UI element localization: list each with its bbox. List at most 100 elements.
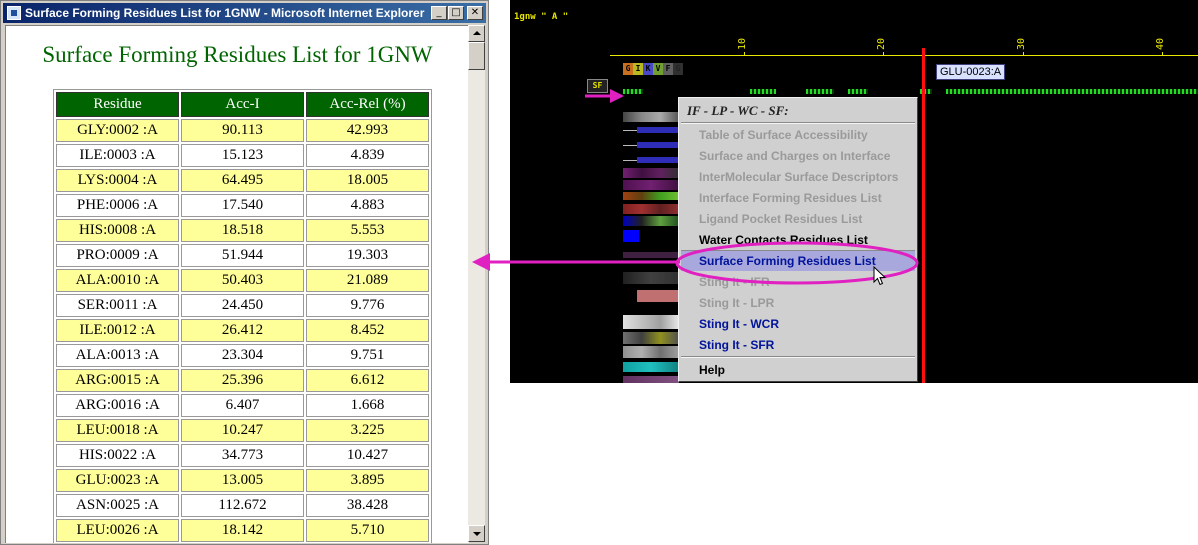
- acc-i-cell: 34.773: [181, 444, 304, 467]
- acc-i-cell: 18.142: [181, 519, 304, 542]
- property-track: [623, 216, 679, 226]
- menu-item-water-contacts-residues[interactable]: Water Contacts Residues List: [681, 230, 915, 250]
- menu-item-help[interactable]: Help: [681, 360, 915, 380]
- menu-item-sting-it-lpr[interactable]: Sting It - LPR: [681, 293, 915, 313]
- acc-rel-cell: 9.751: [306, 344, 429, 367]
- table-row: LEU:0026 :A 18.142 5.710: [56, 519, 429, 542]
- menu-item-interface-forming-residues[interactable]: Interface Forming Residues List: [681, 188, 915, 208]
- sf-track-label[interactable]: SF: [587, 79, 608, 93]
- residue-cell: PHE:0006 :A: [56, 194, 179, 217]
- acc-rel-cell: 9.776: [306, 294, 429, 317]
- table-row: HIS:0008 :A 18.518 5.553: [56, 219, 429, 242]
- menu-item-sting-it-wcr[interactable]: Sting It - WCR: [681, 314, 915, 334]
- page-title: Surface Forming Residues List for 1GNW: [42, 42, 433, 67]
- menu-separator: [681, 122, 915, 124]
- residue-tooltip: GLU-0023:A: [936, 64, 1006, 80]
- acc-i-cell: 15.123: [181, 144, 304, 167]
- property-track: [623, 272, 679, 284]
- table-row: ALA:0010 :A 50.403 21.089: [56, 269, 429, 292]
- acc-rel-cell: 42.993: [306, 119, 429, 142]
- acc-i-cell: 6.407: [181, 394, 304, 417]
- menu-item-ligand-pocket-residues[interactable]: Ligand Pocket Residues List: [681, 209, 915, 229]
- table-row: ILE:0012 :A 26.412 8.452: [56, 319, 429, 342]
- acc-rel-cell: 3.225: [306, 419, 429, 442]
- menu-item-surface-and-charges[interactable]: Surface and Charges on Interface: [681, 146, 915, 166]
- acc-i-cell: 25.396: [181, 369, 304, 392]
- property-track: [623, 180, 679, 190]
- table-row: ASN:0025 :A 112.672 38.428: [56, 494, 429, 517]
- acc-i-cell: 90.113: [181, 119, 304, 142]
- table-row: LYS:0004 :A 64.495 18.005: [56, 169, 429, 192]
- ruler-tick-label-10: 10: [737, 37, 748, 50]
- property-track: [623, 230, 639, 242]
- table-row: ILE:0003 :A 15.123 4.839: [56, 144, 429, 167]
- sequence-strip[interactable]: G I K V F G: [623, 63, 683, 75]
- acc-i-cell: 10.247: [181, 419, 304, 442]
- vertical-scrollbar[interactable]: [468, 25, 485, 542]
- sf-track-segment: [750, 89, 776, 94]
- menu-item-sting-it-sfr[interactable]: Sting It - SFR: [681, 335, 915, 355]
- sequence-residue[interactable]: I: [633, 63, 643, 75]
- ie-app-icon[interactable]: [7, 6, 21, 20]
- menu-item-table-of-surface-accessibility[interactable]: Table of Surface Accessibility: [681, 125, 915, 145]
- acc-rel-cell: 21.089: [306, 269, 429, 292]
- ruler-tick: [1162, 52, 1163, 56]
- minimize-button[interactable]: _: [431, 6, 447, 20]
- column-header-acc-i: Acc-I: [181, 92, 304, 117]
- table-row: ALA:0013 :A 23.304 9.751: [56, 344, 429, 367]
- sequence-residue[interactable]: G: [623, 63, 633, 75]
- acc-rel-cell: 1.668: [306, 394, 429, 417]
- scroll-up-arrow-icon[interactable]: [468, 25, 485, 42]
- residue-cell: LEU:0026 :A: [56, 519, 179, 542]
- menu-separator: [681, 356, 915, 358]
- table-body: GLY:0002 :A 90.113 42.993 ILE:0003 :A 15.123…: [56, 119, 429, 542]
- ruler-tick: [1023, 52, 1024, 56]
- acc-i-cell: 24.450: [181, 294, 304, 317]
- acc-i-cell: 13.005: [181, 469, 304, 492]
- property-track: [623, 315, 679, 329]
- maximize-button[interactable]: □: [448, 6, 464, 20]
- window-title: Surface Forming Residues List for 1GNW -…: [25, 6, 425, 20]
- acc-rel-cell: 6.612: [306, 369, 429, 392]
- sf-track-segment: [848, 89, 868, 94]
- acc-rel-cell: 38.428: [306, 494, 429, 517]
- acc-i-cell: 18.518: [181, 219, 304, 242]
- table-row: PRO:0009 :A 51.944 19.303: [56, 244, 429, 267]
- column-header-residue: Residue: [56, 92, 179, 117]
- context-menu: IF - LP - WC - SF: Table of Surface Acce…: [678, 97, 918, 382]
- acc-rel-cell: 3.895: [306, 469, 429, 492]
- title-bar[interactable]: Surface Forming Residues List for 1GNW -…: [3, 3, 486, 23]
- residue-cell: ARG:0016 :A: [56, 394, 179, 417]
- sf-track-segment: [946, 89, 1198, 94]
- menu-item-intermolecular-descriptors[interactable]: InterMolecular Surface Descriptors: [681, 167, 915, 187]
- sequence-residue[interactable]: F: [663, 63, 673, 75]
- acc-rel-cell: 4.883: [306, 194, 429, 217]
- ruler-tick-label-20: 20: [876, 37, 887, 50]
- table-row: LEU:0018 :A 10.247 3.225: [56, 419, 429, 442]
- ruler-tick-label-40: 40: [1155, 37, 1166, 50]
- sequence-residue[interactable]: G: [673, 63, 683, 75]
- acc-i-cell: 26.412: [181, 319, 304, 342]
- acc-rel-cell: 10.427: [306, 444, 429, 467]
- property-track: [623, 192, 679, 200]
- table-row: GLU:0023 :A 13.005 3.895: [56, 469, 429, 492]
- acc-rel-cell: 18.005: [306, 169, 429, 192]
- position-marker: [922, 48, 925, 383]
- close-button[interactable]: ✕: [467, 6, 483, 20]
- acc-i-cell: 64.495: [181, 169, 304, 192]
- ruler-tick-label-30: 30: [1016, 37, 1027, 50]
- ruler-tick: [744, 52, 745, 56]
- table-row: PHE:0006 :A 17.540 4.883: [56, 194, 429, 217]
- acc-i-cell: 23.304: [181, 344, 304, 367]
- sequence-residue[interactable]: V: [653, 63, 663, 75]
- scroll-down-arrow-icon[interactable]: [468, 525, 485, 542]
- acc-rel-cell: 19.303: [306, 244, 429, 267]
- scrollbar-thumb[interactable]: [468, 42, 485, 70]
- property-track: [623, 130, 637, 131]
- sf-track-segment: [806, 89, 834, 94]
- sf-track-segment: [623, 89, 643, 94]
- acc-i-cell: 51.944: [181, 244, 304, 267]
- sequence-residue[interactable]: K: [643, 63, 653, 75]
- ie-window: Surface Forming Residues List for 1GNW -…: [0, 0, 489, 545]
- chain-label: 1gnw " A ": [514, 12, 569, 22]
